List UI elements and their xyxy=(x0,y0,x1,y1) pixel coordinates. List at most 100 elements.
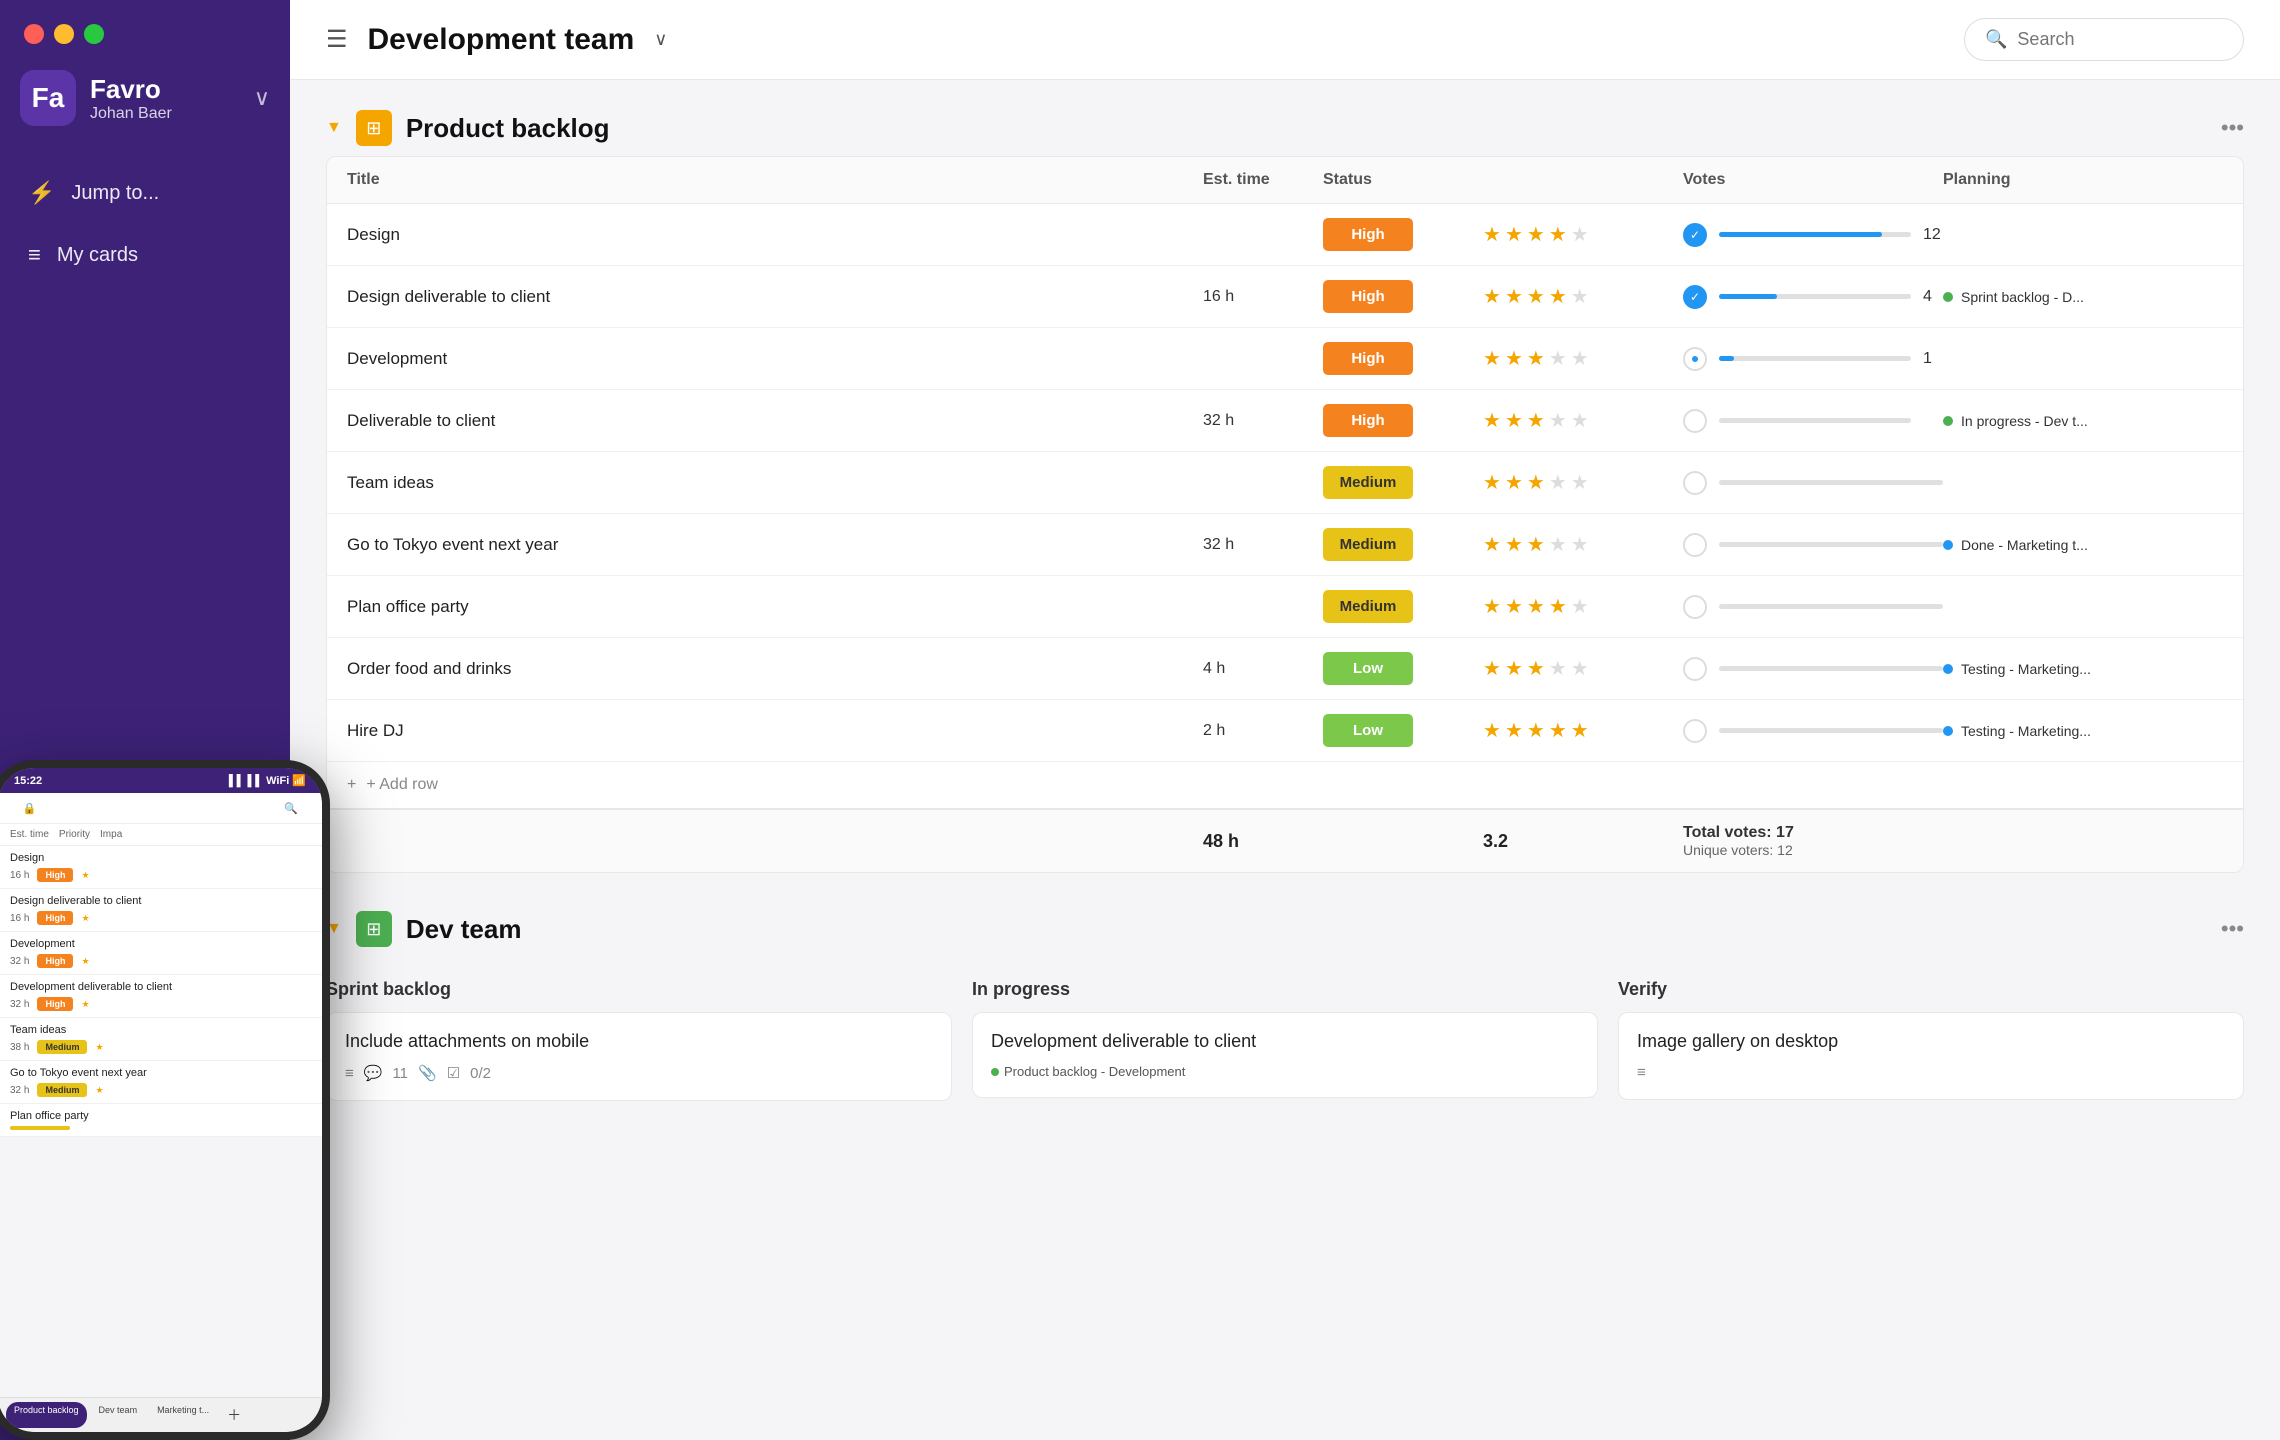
status-badge: Medium xyxy=(1323,528,1413,561)
maximize-button[interactable] xyxy=(84,24,104,44)
th-status: Status xyxy=(1323,171,1483,189)
brand-area: Fa Favro Johan Baer ∨ xyxy=(0,60,290,146)
stars: ★★★★★ xyxy=(1483,408,1683,433)
sidebar-item-my-cards[interactable]: ≡ My cards xyxy=(0,224,290,286)
phone-tab-product-backlog[interactable]: Product backlog xyxy=(6,1402,87,1428)
list-item: Development 32 h High ★ xyxy=(0,932,322,975)
dev-team-title: Dev team xyxy=(406,914,522,945)
sidebar-nav: ⚡ Jump to... ≡ My cards xyxy=(0,162,290,286)
stars: ★★★★★ xyxy=(1483,284,1683,309)
votes-cell xyxy=(1683,409,1943,433)
minimize-button[interactable] xyxy=(54,24,74,44)
planning-dot xyxy=(1943,540,1953,550)
planning-cell: Testing - Marketing... xyxy=(1943,661,2223,677)
kanban-column-verify: Verify Image gallery on desktop ≡ xyxy=(1618,967,2244,1101)
more-options-icon[interactable]: ••• xyxy=(2221,115,2244,141)
phone-table-header: Est. time Priority Impa xyxy=(0,824,322,846)
status-badge: High xyxy=(1323,404,1413,437)
list-item: Go to Tokyo event next year 32 h Medium … xyxy=(0,1061,322,1104)
team-title: Development team xyxy=(368,23,635,57)
list-item: Design 16 h High ★ xyxy=(0,846,322,889)
votes-cell xyxy=(1683,471,1943,495)
sidebar-item-jump-to[interactable]: ⚡ Jump to... xyxy=(0,162,290,224)
totals-row: 48 h 3.2 Total votes: 17 Unique voters: … xyxy=(327,808,2243,872)
backlog-table: Title Est. time Status Votes Planning De… xyxy=(326,156,2244,873)
phone-status-bar: 15:22 ▌▌ ▌▌ WiFi 📶 xyxy=(0,768,322,793)
votes-cell xyxy=(1683,595,1943,619)
chevron-icon[interactable]: ∨ xyxy=(654,29,667,50)
search-input[interactable] xyxy=(2017,29,2197,50)
kanban-card: Include attachments on mobile ≡ 💬 11 📎 ☑… xyxy=(326,1012,952,1101)
stars: ★★★★★ xyxy=(1483,222,1683,247)
phone-rows: Design 16 h High ★ Design deliverable to… xyxy=(0,846,322,1397)
votes-cell xyxy=(1683,657,1943,681)
status-badge: Medium xyxy=(1323,466,1413,499)
table-row: Deliverable to client 32 h High ★★★★★ In… xyxy=(327,390,2243,452)
vote-bar xyxy=(1719,480,1943,485)
vote-bar xyxy=(1719,418,1911,423)
vote-bar xyxy=(1719,728,1943,733)
vote-circle[interactable]: ✓ xyxy=(1683,285,1707,309)
search-icon: 🔍 xyxy=(1985,29,2007,50)
kanban-column-sprint: Sprint backlog Include attachments on mo… xyxy=(326,967,952,1101)
menu-icon[interactable]: ☰ xyxy=(326,25,348,54)
collapse-arrow[interactable]: ▼ xyxy=(326,119,342,137)
close-button[interactable] xyxy=(24,24,44,44)
add-row-button[interactable]: + + Add row xyxy=(327,762,2243,808)
vote-circle[interactable] xyxy=(1683,409,1707,433)
th-planning: Planning xyxy=(1943,171,2223,189)
status-badge: High xyxy=(1323,218,1413,251)
status-badge: High xyxy=(1323,280,1413,313)
content-scroll: ▼ ⊞ Product backlog ••• Title Est. time … xyxy=(290,80,2280,1440)
planning-cell: Done - Marketing t... xyxy=(1943,537,2223,553)
stars: ★★★★★ xyxy=(1483,718,1683,743)
vote-circle[interactable] xyxy=(1683,533,1707,557)
planning-dot xyxy=(1943,416,1953,426)
kanban-col-header: In progress xyxy=(972,967,1598,1012)
status-badge: Medium xyxy=(1323,590,1413,623)
table-row: Design High ★★★★★ ✓ 12 xyxy=(327,204,2243,266)
stars: ★★★★★ xyxy=(1483,594,1683,619)
phone-tab-add[interactable]: ＋ xyxy=(221,1402,247,1428)
cards-icon: ≡ xyxy=(28,242,41,268)
vote-bar xyxy=(1719,666,1943,671)
checklist-icon: ☑ xyxy=(447,1064,460,1082)
list-item: Plan office party xyxy=(0,1104,322,1137)
table-row: Design deliverable to client 16 h High ★… xyxy=(327,266,2243,328)
votes-cell: ✓ 4 xyxy=(1683,285,1943,309)
sidebar-item-label: Jump to... xyxy=(71,182,159,205)
vote-bar xyxy=(1719,232,1911,237)
vote-circle[interactable]: ✓ xyxy=(1683,223,1707,247)
kanban-card: Development deliverable to client Produc… xyxy=(972,1012,1598,1098)
more-options-icon[interactable]: ••• xyxy=(2221,916,2244,942)
brand-name: Favro xyxy=(90,74,172,105)
phone-tab-marketing[interactable]: Marketing t... xyxy=(149,1402,217,1428)
vote-circle[interactable] xyxy=(1683,719,1707,743)
votes-cell xyxy=(1683,533,1943,557)
status-badge: High xyxy=(1323,342,1413,375)
section-icon-dev: ⊞ xyxy=(356,911,392,947)
stars: ★★★★★ xyxy=(1483,470,1683,495)
list-item: Team ideas 38 h Medium ★ xyxy=(0,1018,322,1061)
search-box: 🔍 xyxy=(1964,18,2244,61)
vote-circle[interactable] xyxy=(1683,595,1707,619)
plus-icon: + xyxy=(347,776,356,794)
vote-circle[interactable] xyxy=(1683,657,1707,681)
phone-tab-dev-team[interactable]: Dev team xyxy=(91,1402,146,1428)
comment-icon: 💬 xyxy=(364,1064,383,1082)
table-header: Title Est. time Status Votes Planning xyxy=(327,157,2243,204)
phone-header: ☰ 🔒 Development team ⊟ 🔍 ✱ xyxy=(0,793,322,824)
section-icon-backlog: ⊞ xyxy=(356,110,392,146)
vote-circle[interactable] xyxy=(1683,347,1707,371)
planning-dot xyxy=(1943,292,1953,302)
planning-dot xyxy=(1943,726,1953,736)
sidebar-item-label: My cards xyxy=(57,244,138,267)
vote-circle[interactable] xyxy=(1683,471,1707,495)
vote-bar xyxy=(1719,542,1943,547)
th-stars xyxy=(1483,171,1683,189)
kanban-col-header: Sprint backlog xyxy=(326,967,952,1012)
chevron-down-icon[interactable]: ∨ xyxy=(254,85,270,111)
kanban-card: Image gallery on desktop ≡ xyxy=(1618,1012,2244,1100)
kanban-column-in-progress: In progress Development deliverable to c… xyxy=(972,967,1598,1101)
th-est-time: Est. time xyxy=(1203,171,1323,189)
